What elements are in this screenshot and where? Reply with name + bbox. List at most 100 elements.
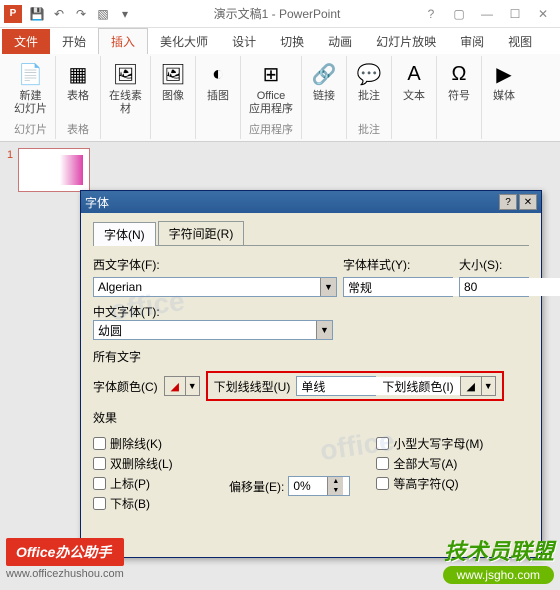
dialog-tabs: 字体(N) 字符间距(R) [93, 221, 529, 246]
chevron-down-icon[interactable]: ▼ [481, 377, 495, 395]
spin-down-icon[interactable]: ▼ [327, 486, 343, 495]
redo-icon[interactable]: ↷ [70, 3, 92, 25]
western-font-combo[interactable]: ▼ [93, 277, 337, 297]
highlight-box: 下划线线型(U) ▼ 下划线颜色(I) ◢▼ [206, 371, 504, 401]
effects-label: 效果 [93, 409, 529, 426]
table-icon: ▦ [64, 60, 92, 88]
font-color-button[interactable]: ◢▼ [164, 376, 200, 396]
tab-view[interactable]: 视图 [496, 29, 544, 54]
offset-input[interactable] [289, 477, 327, 495]
tab-home[interactable]: 开始 [50, 29, 98, 54]
save-icon[interactable]: 💾 [26, 3, 48, 25]
tab-spacing[interactable]: 字符间距(R) [158, 221, 245, 245]
chevron-down-icon[interactable]: ▼ [320, 278, 336, 296]
chevron-down-icon[interactable]: ▼ [185, 377, 199, 395]
font-style-combo[interactable]: ▼ [343, 277, 453, 297]
brand-text: 技术员联盟 [443, 534, 554, 566]
illustration-button[interactable]: ◐插图 [202, 58, 234, 105]
textbox-icon: A [400, 60, 428, 88]
online-material-button[interactable]: 🖼在线素 材 [107, 58, 144, 118]
group-table: 表格 [67, 121, 89, 137]
slide-thumbnail-1[interactable] [18, 148, 90, 192]
apps-icon: ⊞ [257, 60, 285, 88]
underline-color-button[interactable]: ◢▼ [460, 376, 496, 396]
font-size-label: 大小(S): [459, 256, 529, 273]
group-comment: 批注 [358, 121, 380, 137]
group-apps: 应用程序 [249, 121, 293, 137]
all-fonts-label: 所有文字 [93, 348, 529, 365]
tab-font[interactable]: 字体(N) [93, 222, 156, 246]
comment-button[interactable]: 💬批注 [353, 58, 385, 105]
font-dialog: 字体 ? ✕ 字体(N) 字符间距(R) 西文字体(F): 字体样式(Y): 大… [80, 190, 542, 558]
office-apps-button[interactable]: ⊞Office 应用程序 [247, 58, 295, 118]
online-icon: 🖼 [112, 60, 140, 88]
group-slides: 幻灯片 [14, 121, 47, 137]
close-icon[interactable]: ✕ [530, 4, 556, 24]
tab-transition[interactable]: 切换 [268, 29, 316, 54]
font-size-input[interactable] [460, 278, 560, 296]
dialog-title: 字体 [85, 194, 497, 211]
smallcaps-checkbox[interactable]: 小型大写字母(M) [376, 435, 483, 452]
table-button[interactable]: ▦表格 [62, 58, 94, 105]
spin-up-icon[interactable]: ▲ [327, 477, 343, 486]
tab-file[interactable]: 文件 [2, 29, 50, 54]
tab-slideshow[interactable]: 幻灯片放映 [364, 29, 448, 54]
media-button[interactable]: ▶媒体 [488, 58, 520, 105]
tab-design[interactable]: 设计 [220, 29, 268, 54]
link-button[interactable]: 🔗链接 [308, 58, 340, 105]
font-size-combo[interactable]: ▼ [459, 277, 529, 297]
western-font-label: 西文字体(F): [93, 256, 337, 273]
qat-dropdown-icon[interactable]: ▾ [114, 3, 136, 25]
chevron-down-icon[interactable]: ▼ [316, 321, 332, 339]
minimize-icon[interactable]: — [474, 4, 500, 24]
slide-panel [0, 142, 90, 590]
footer: Office办公助手 www.officezhushou.com 技术员联盟 w… [6, 534, 554, 584]
shapes-icon: ◐ [204, 60, 232, 88]
ribbon-options-icon[interactable]: ▢ [446, 4, 472, 24]
window-title: 演示文稿1 - PowerPoint [136, 5, 418, 22]
offset-label: 偏移量(E): [229, 478, 284, 495]
strikethrough-checkbox[interactable]: 删除线(K) [93, 435, 223, 452]
titlebar: P 💾 ↶ ↷ ▧ ▾ 演示文稿1 - PowerPoint ? ▢ — ☐ ✕ [0, 0, 560, 28]
dialog-close-icon[interactable]: ✕ [519, 194, 537, 210]
media-icon: ▶ [490, 60, 518, 88]
dialog-titlebar: 字体 ? ✕ [81, 191, 541, 213]
chinese-font-input[interactable] [94, 321, 316, 339]
undo-icon[interactable]: ↶ [48, 3, 70, 25]
link-icon: 🔗 [310, 60, 338, 88]
symbol-icon: Ω [445, 60, 473, 88]
subscript-checkbox[interactable]: 下标(B) [93, 495, 223, 512]
allcaps-checkbox[interactable]: 全部大写(A) [376, 455, 483, 472]
underline-type-label: 下划线线型(U) [214, 378, 291, 395]
url-jsgho: www.jsgho.com [443, 566, 554, 584]
image-icon: 🖼 [159, 60, 187, 88]
underline-type-combo[interactable]: ▼ [296, 376, 376, 396]
new-slide-button[interactable]: 📄新建 幻灯片 [12, 58, 49, 118]
double-strike-checkbox[interactable]: 双删除线(L) [93, 455, 223, 472]
app-icon: P [4, 5, 22, 23]
tab-beautify[interactable]: 美化大师 [148, 29, 220, 54]
dialog-help-icon[interactable]: ? [499, 194, 517, 210]
chinese-font-label: 中文字体(T): [93, 303, 529, 320]
ribbon-tabs: 文件 开始 插入 美化大师 设计 切换 动画 幻灯片放映 审阅 视图 [0, 28, 560, 54]
text-button[interactable]: A文本 [398, 58, 430, 105]
western-font-input[interactable] [94, 278, 320, 296]
tab-review[interactable]: 审阅 [448, 29, 496, 54]
paint-icon: ◢ [165, 377, 185, 395]
help-icon[interactable]: ? [418, 4, 444, 24]
tab-animation[interactable]: 动画 [316, 29, 364, 54]
tab-insert[interactable]: 插入 [98, 28, 148, 54]
ribbon: 📄新建 幻灯片 幻灯片 ▦表格 表格 🖼在线素 材 🖼图像 ◐插图 ⊞Offic… [0, 54, 560, 142]
new-slide-icon: 📄 [17, 60, 45, 88]
start-slideshow-icon[interactable]: ▧ [92, 3, 114, 25]
offset-spinner[interactable]: ▲▼ [288, 476, 350, 496]
superscript-checkbox[interactable]: 上标(P) [93, 475, 223, 492]
chinese-font-combo[interactable]: ▼ [93, 320, 333, 340]
symbol-button[interactable]: Ω符号 [443, 58, 475, 105]
equalheight-checkbox[interactable]: 等高字符(Q) [376, 475, 483, 492]
badge-office-helper: Office办公助手 [6, 538, 124, 566]
font-color-label: 字体颜色(C) [93, 378, 158, 395]
maximize-icon[interactable]: ☐ [502, 4, 528, 24]
underline-color-label: 下划线颜色(I) [382, 378, 453, 395]
image-button[interactable]: 🖼图像 [157, 58, 189, 105]
